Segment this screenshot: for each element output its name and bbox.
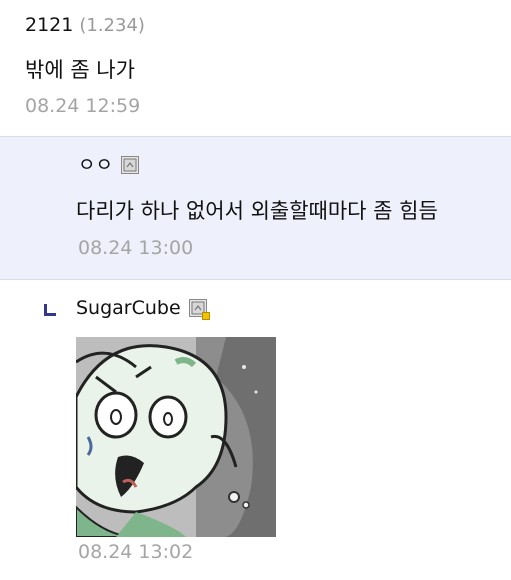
comment-meta: 2121 (1.234): [25, 13, 145, 37]
reply-text: 다리가 하나 없어서 외출할때마다 좀 힘듬: [76, 199, 438, 223]
fixed-nick-gold-icon: [188, 299, 210, 320]
comment-time: 08.24 12:59: [25, 95, 141, 117]
comment-nickname[interactable]: 2121: [25, 14, 73, 36]
reply-meta: ㅇㅇ: [78, 153, 139, 177]
reply-meta: SugarCube: [76, 296, 210, 320]
reply-time: 08.24 13:00: [78, 237, 194, 259]
cartoon-character-reaction-image[interactable]: [76, 337, 276, 537]
comment-ip: (1.234): [79, 15, 145, 36]
reply-indicator-icon: [44, 304, 56, 316]
reply-nickname[interactable]: SugarCube: [76, 296, 181, 320]
comment-text: 밖에 좀 나가: [25, 58, 135, 82]
reply-nickname[interactable]: ㅇㅇ: [78, 153, 113, 177]
reply-time: 08.24 13:02: [78, 541, 194, 563]
fixed-nick-icon: [120, 156, 139, 174]
comment-1: 2121 (1.234) 밖에 좀 나가 08.24 12:59: [0, 0, 511, 137]
